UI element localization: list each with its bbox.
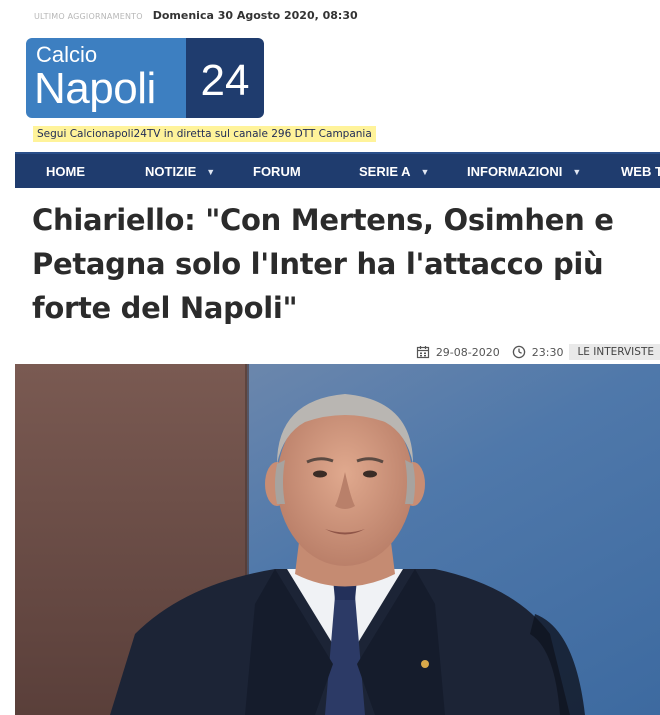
category-tag[interactable]: LE INTERVISTE	[569, 344, 660, 360]
nav-item-label: SERIE A	[359, 164, 411, 179]
nav-item-informazioni[interactable]: INFORMAZIONI ▼	[467, 164, 581, 179]
main-navigation: HOME NOTIZIE ▼ FORUM SERIE A ▼ INFORMAZI…	[15, 152, 660, 188]
last-update-datetime: Domenica 30 Agosto 2020, 08:30	[152, 9, 358, 22]
nav-item-label: HOME	[46, 164, 85, 179]
article-title-line: Chiariello: "Con Mertens, Osimhen e	[32, 203, 614, 237]
nav-item-label: INFORMAZIONI	[467, 164, 563, 179]
article-title-line: Petagna solo l'Inter ha l'attacco più	[32, 247, 604, 281]
chevron-down-icon: ▼	[420, 166, 430, 177]
clock-icon	[512, 345, 526, 359]
article-title-line: forte del Napoli"	[32, 291, 298, 325]
chevron-down-icon: ▼	[572, 166, 582, 177]
article-photo	[15, 364, 660, 715]
tv-channel-banner[interactable]: Segui Calcionapoli24TV in diretta sul ca…	[33, 126, 376, 142]
logo-name-block: Calcio Napoli	[26, 38, 186, 118]
nav-item-label: FORUM	[253, 164, 301, 179]
last-update-label: ULTIMO AGGIORNAMENTO	[34, 12, 143, 21]
nav-item-label: WEB T	[621, 164, 660, 179]
nav-item-serie-a[interactable]: SERIE A ▼	[359, 164, 429, 179]
nav-item-notizie[interactable]: NOTIZIE ▼	[145, 164, 215, 179]
article-date: 29-08-2020	[435, 345, 500, 359]
article-meta: 29-08-2020 23:30 LE INTERVISTE	[416, 343, 660, 361]
article-title: Chiariello: "Con Mertens, Osimhen e Peta…	[32, 198, 632, 330]
logo-number: 24	[186, 38, 264, 118]
nav-item-label: NOTIZIE	[145, 164, 197, 179]
last-update-bar: ULTIMO AGGIORNAMENTO Domenica 30 Agosto …	[34, 9, 358, 23]
nav-item-web-tv[interactable]: WEB T	[621, 164, 660, 179]
logo-line-napoli: Napoli	[34, 64, 156, 113]
article-time: 23:30	[531, 345, 564, 359]
site-logo[interactable]: Calcio Napoli 24	[26, 38, 264, 118]
calendar-icon	[416, 345, 430, 359]
nav-item-home[interactable]: HOME	[46, 164, 85, 179]
nav-item-forum[interactable]: FORUM	[253, 164, 301, 179]
chevron-down-icon: ▼	[206, 166, 216, 177]
interview-photo	[15, 364, 660, 715]
